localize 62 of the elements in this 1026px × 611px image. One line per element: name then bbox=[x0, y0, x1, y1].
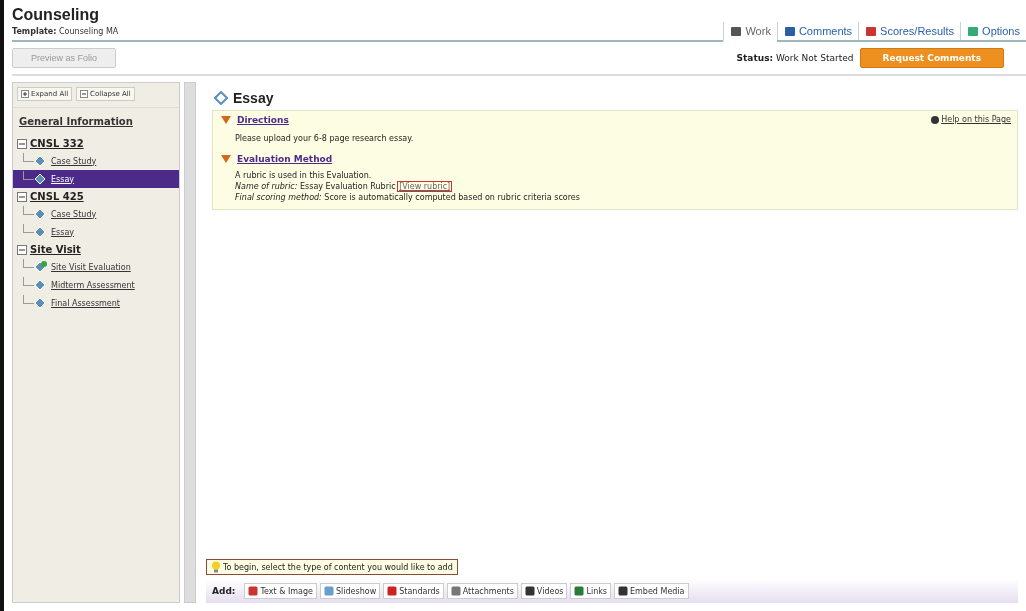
tab-icon bbox=[783, 25, 796, 37]
content-type-icon bbox=[574, 586, 585, 596]
tree-group-link[interactable]: Site Visit bbox=[30, 244, 81, 255]
flagged-diamond-icon bbox=[34, 261, 48, 273]
add-content-button[interactable]: Attachments bbox=[446, 583, 518, 599]
triangle-icon[interactable] bbox=[221, 155, 231, 163]
section-heading-link[interactable]: Evaluation Method bbox=[237, 154, 333, 164]
tab-icon bbox=[730, 25, 743, 37]
section-text: A rubric is used in this Evaluation. bbox=[235, 170, 373, 181]
section-heading-link[interactable]: Directions bbox=[237, 115, 289, 125]
sidebar-heading-link[interactable]: General Information bbox=[13, 116, 179, 135]
entry-title: Essay bbox=[233, 90, 274, 106]
view-rubric-link[interactable]: [View rubric] bbox=[398, 182, 452, 191]
add-content-button[interactable]: Slideshow bbox=[320, 583, 381, 599]
add-content-button[interactable]: Text & Image bbox=[244, 583, 317, 599]
tree-item[interactable]: Case Study bbox=[13, 205, 179, 223]
collapse-icon[interactable] bbox=[17, 138, 27, 149]
tree-item[interactable]: Final Assessment bbox=[13, 294, 179, 312]
tab-icon bbox=[865, 25, 878, 37]
content-type-icon bbox=[324, 586, 334, 596]
plus-icon bbox=[21, 90, 29, 98]
help-icon bbox=[931, 115, 940, 124]
triangle-icon[interactable] bbox=[221, 116, 231, 124]
content-type-icon bbox=[524, 586, 535, 596]
page-title: Counseling bbox=[12, 6, 101, 24]
minus-icon bbox=[80, 90, 89, 98]
diamond-icon bbox=[34, 226, 48, 238]
section-text: Please upload your 6-8 page research essay. bbox=[235, 133, 415, 144]
scrollbar[interactable] bbox=[184, 82, 196, 603]
diamond-icon bbox=[34, 279, 48, 291]
rubric-name-text: Name of rubric: Essay Evaluation Rubric bbox=[235, 182, 396, 191]
tree-group-link[interactable]: CNSL 332 bbox=[30, 138, 84, 149]
tree-item[interactable]: Essay bbox=[13, 170, 179, 188]
hint-text: To begin, select the type of content you would like to add bbox=[223, 562, 453, 572]
tree-group-link[interactable]: CNSL 425 bbox=[30, 191, 84, 202]
content-type-icon bbox=[248, 586, 259, 596]
add-label: Add: bbox=[212, 586, 236, 596]
add-content-button[interactable]: Videos bbox=[520, 583, 568, 599]
diamond-icon bbox=[34, 208, 48, 220]
tab[interactable]: Work bbox=[723, 22, 777, 42]
tab-icon bbox=[967, 25, 980, 37]
lightbulb-icon bbox=[211, 561, 221, 573]
add-content-button[interactable]: Standards bbox=[383, 583, 444, 599]
tree-item[interactable]: Case Study bbox=[13, 152, 179, 170]
diamond-icon bbox=[34, 173, 48, 185]
template-text: Template: Counseling MA bbox=[12, 26, 120, 38]
diamond-icon bbox=[34, 297, 48, 309]
help-link[interactable]: Help on this Page bbox=[931, 115, 1011, 124]
add-content-button[interactable]: Links bbox=[570, 583, 611, 599]
tree-item[interactable]: Site Visit Evaluation bbox=[13, 258, 179, 276]
diamond-icon bbox=[34, 155, 48, 167]
tree-item[interactable]: Essay bbox=[13, 223, 179, 241]
status-text: Status: Work Not Started bbox=[736, 53, 854, 63]
content-type-icon bbox=[618, 586, 628, 596]
collapse-icon[interactable] bbox=[17, 191, 27, 202]
content-type-icon bbox=[387, 586, 398, 596]
diamond-icon bbox=[214, 91, 228, 105]
collapse-icon[interactable] bbox=[17, 244, 27, 255]
content-type-icon bbox=[450, 586, 461, 596]
scoring-method-text: Final scoring method: Score is automatically computed based on rubric criteria scores bbox=[235, 192, 581, 203]
tree-item[interactable]: Midterm Assessment bbox=[13, 276, 179, 294]
add-content-button[interactable]: Embed Media bbox=[614, 583, 689, 599]
